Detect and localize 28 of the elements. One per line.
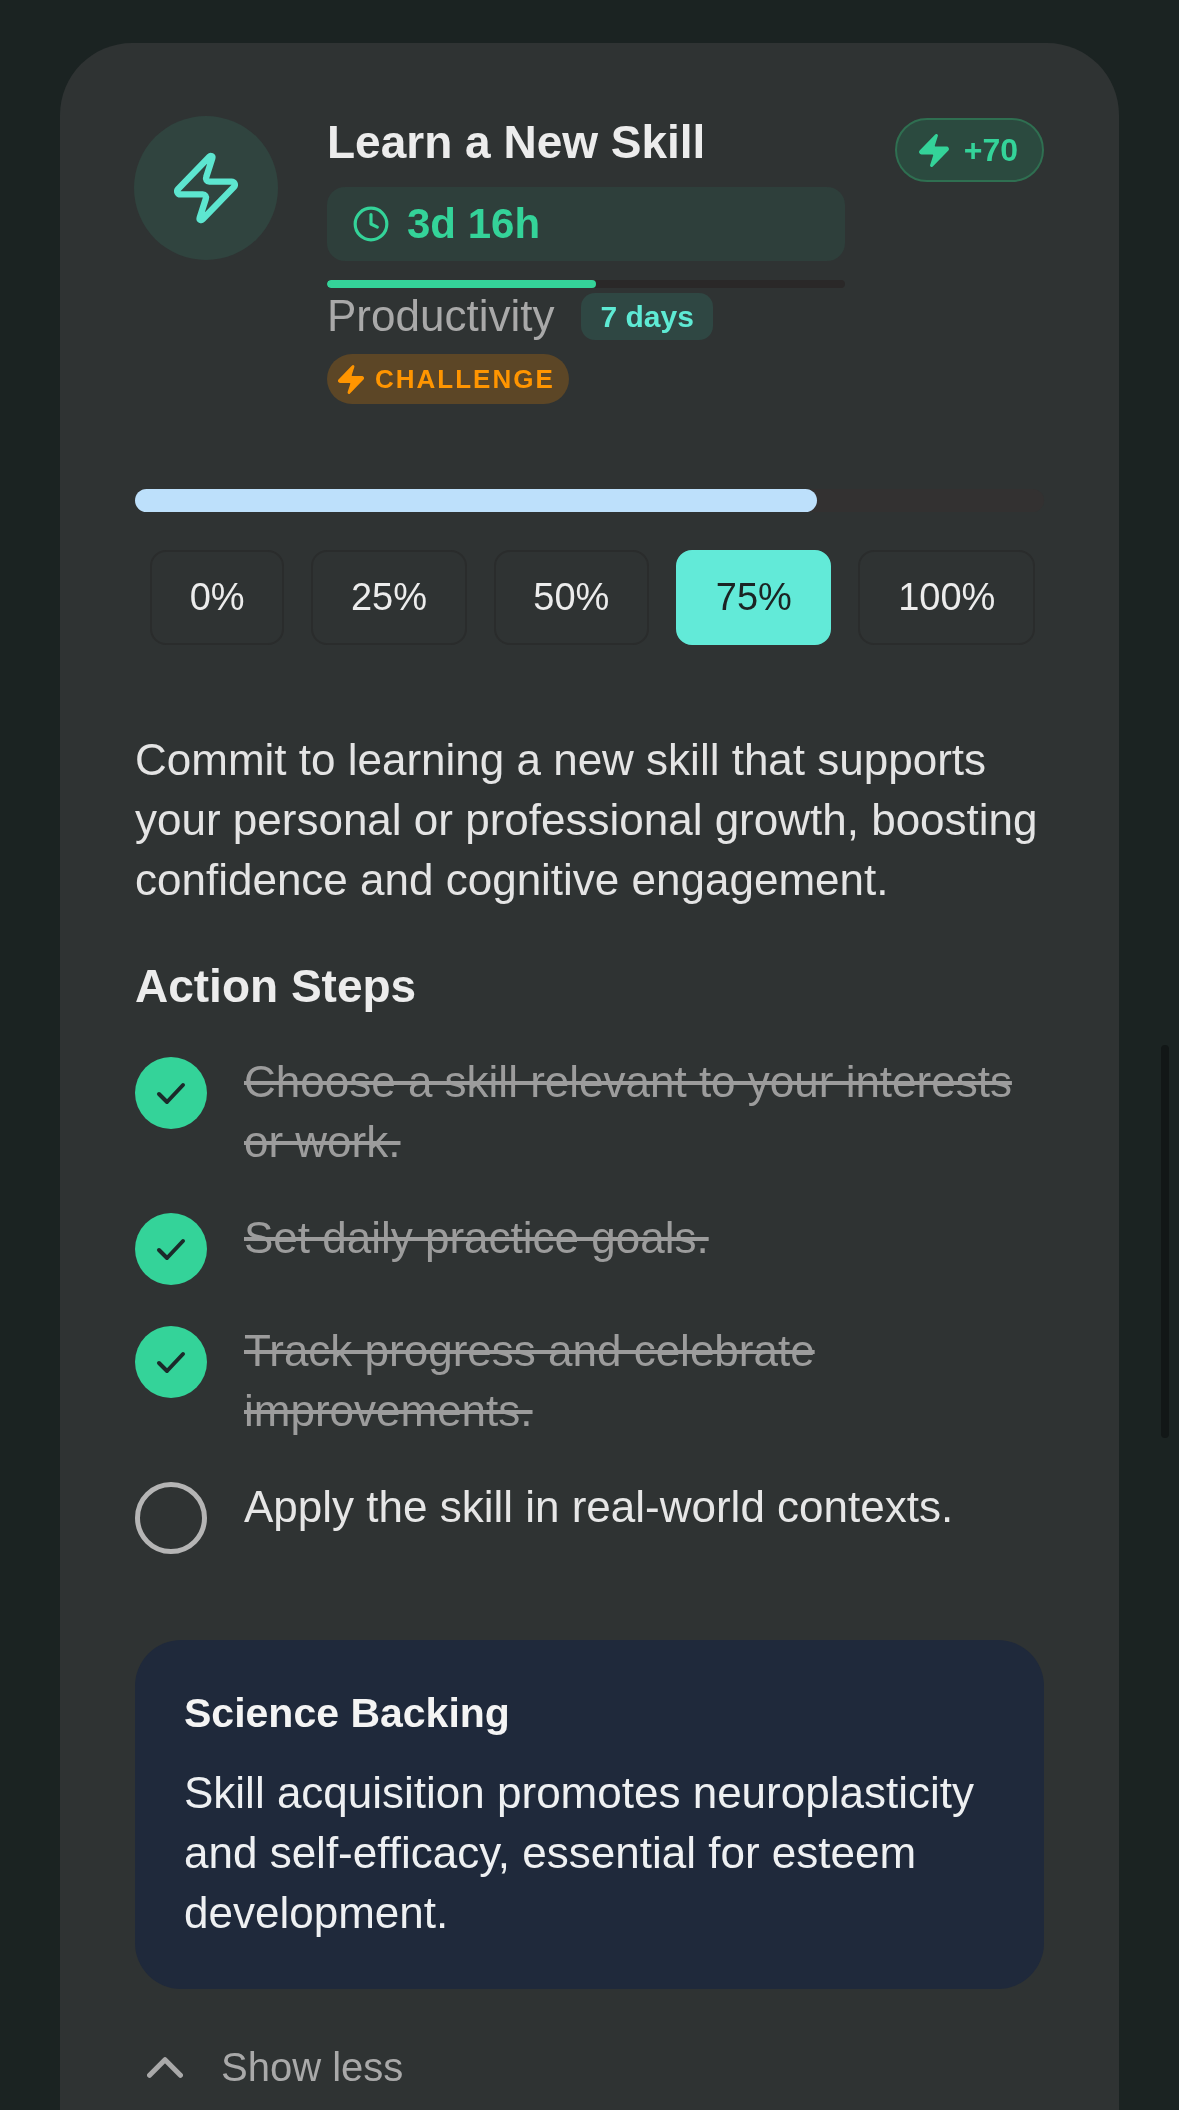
step-text: Set daily practice goals. (244, 1212, 709, 1264)
percent-button[interactable]: 50% (493, 550, 650, 645)
percent-button[interactable]: 75% (676, 550, 832, 645)
empty-circle-icon[interactable] (135, 1482, 207, 1554)
percent-button[interactable]: 0% (150, 550, 285, 645)
percent-button[interactable]: 25% (311, 550, 467, 645)
duration-tag: 7 days (581, 292, 713, 340)
section-heading: Action Steps (135, 960, 418, 1012)
step-text: Track progress and celebrate improvements. (244, 1325, 816, 1437)
task-title: Learn a New Skill (327, 116, 707, 168)
category-label: Productivity (327, 291, 555, 341)
step-text: Choose a skill relevant to your interests or work. (244, 1056, 1013, 1168)
science-text: Skill acquisition promotes neuroplasticity and self-efficacy, essential for esteem development. (184, 1767, 975, 1939)
show-less-button[interactable]: Show less (135, 2042, 404, 2092)
badge-label: CHALLENGE (375, 364, 555, 394)
lightning-icon (134, 116, 278, 260)
science-title: Science Backing (184, 1689, 511, 1737)
checked-circle-icon[interactable] (135, 1213, 207, 1285)
percent-button[interactable]: 100% (858, 550, 1036, 645)
checked-circle-icon[interactable] (135, 1057, 207, 1129)
timer-text: 3d 16h (407, 199, 541, 249)
checked-circle-icon[interactable] (135, 1326, 207, 1398)
lightning-icon (918, 133, 949, 167)
lightning-icon (338, 364, 364, 394)
description-text: Commit to learning a new skill that supports your personal or professional growth, boosting confidence and cognitive engagement. (135, 734, 1039, 906)
clock-icon (352, 205, 390, 243)
reward-points: +70 (963, 131, 1018, 170)
step-text: Apply the skill in real-world contexts. (244, 1481, 954, 1533)
